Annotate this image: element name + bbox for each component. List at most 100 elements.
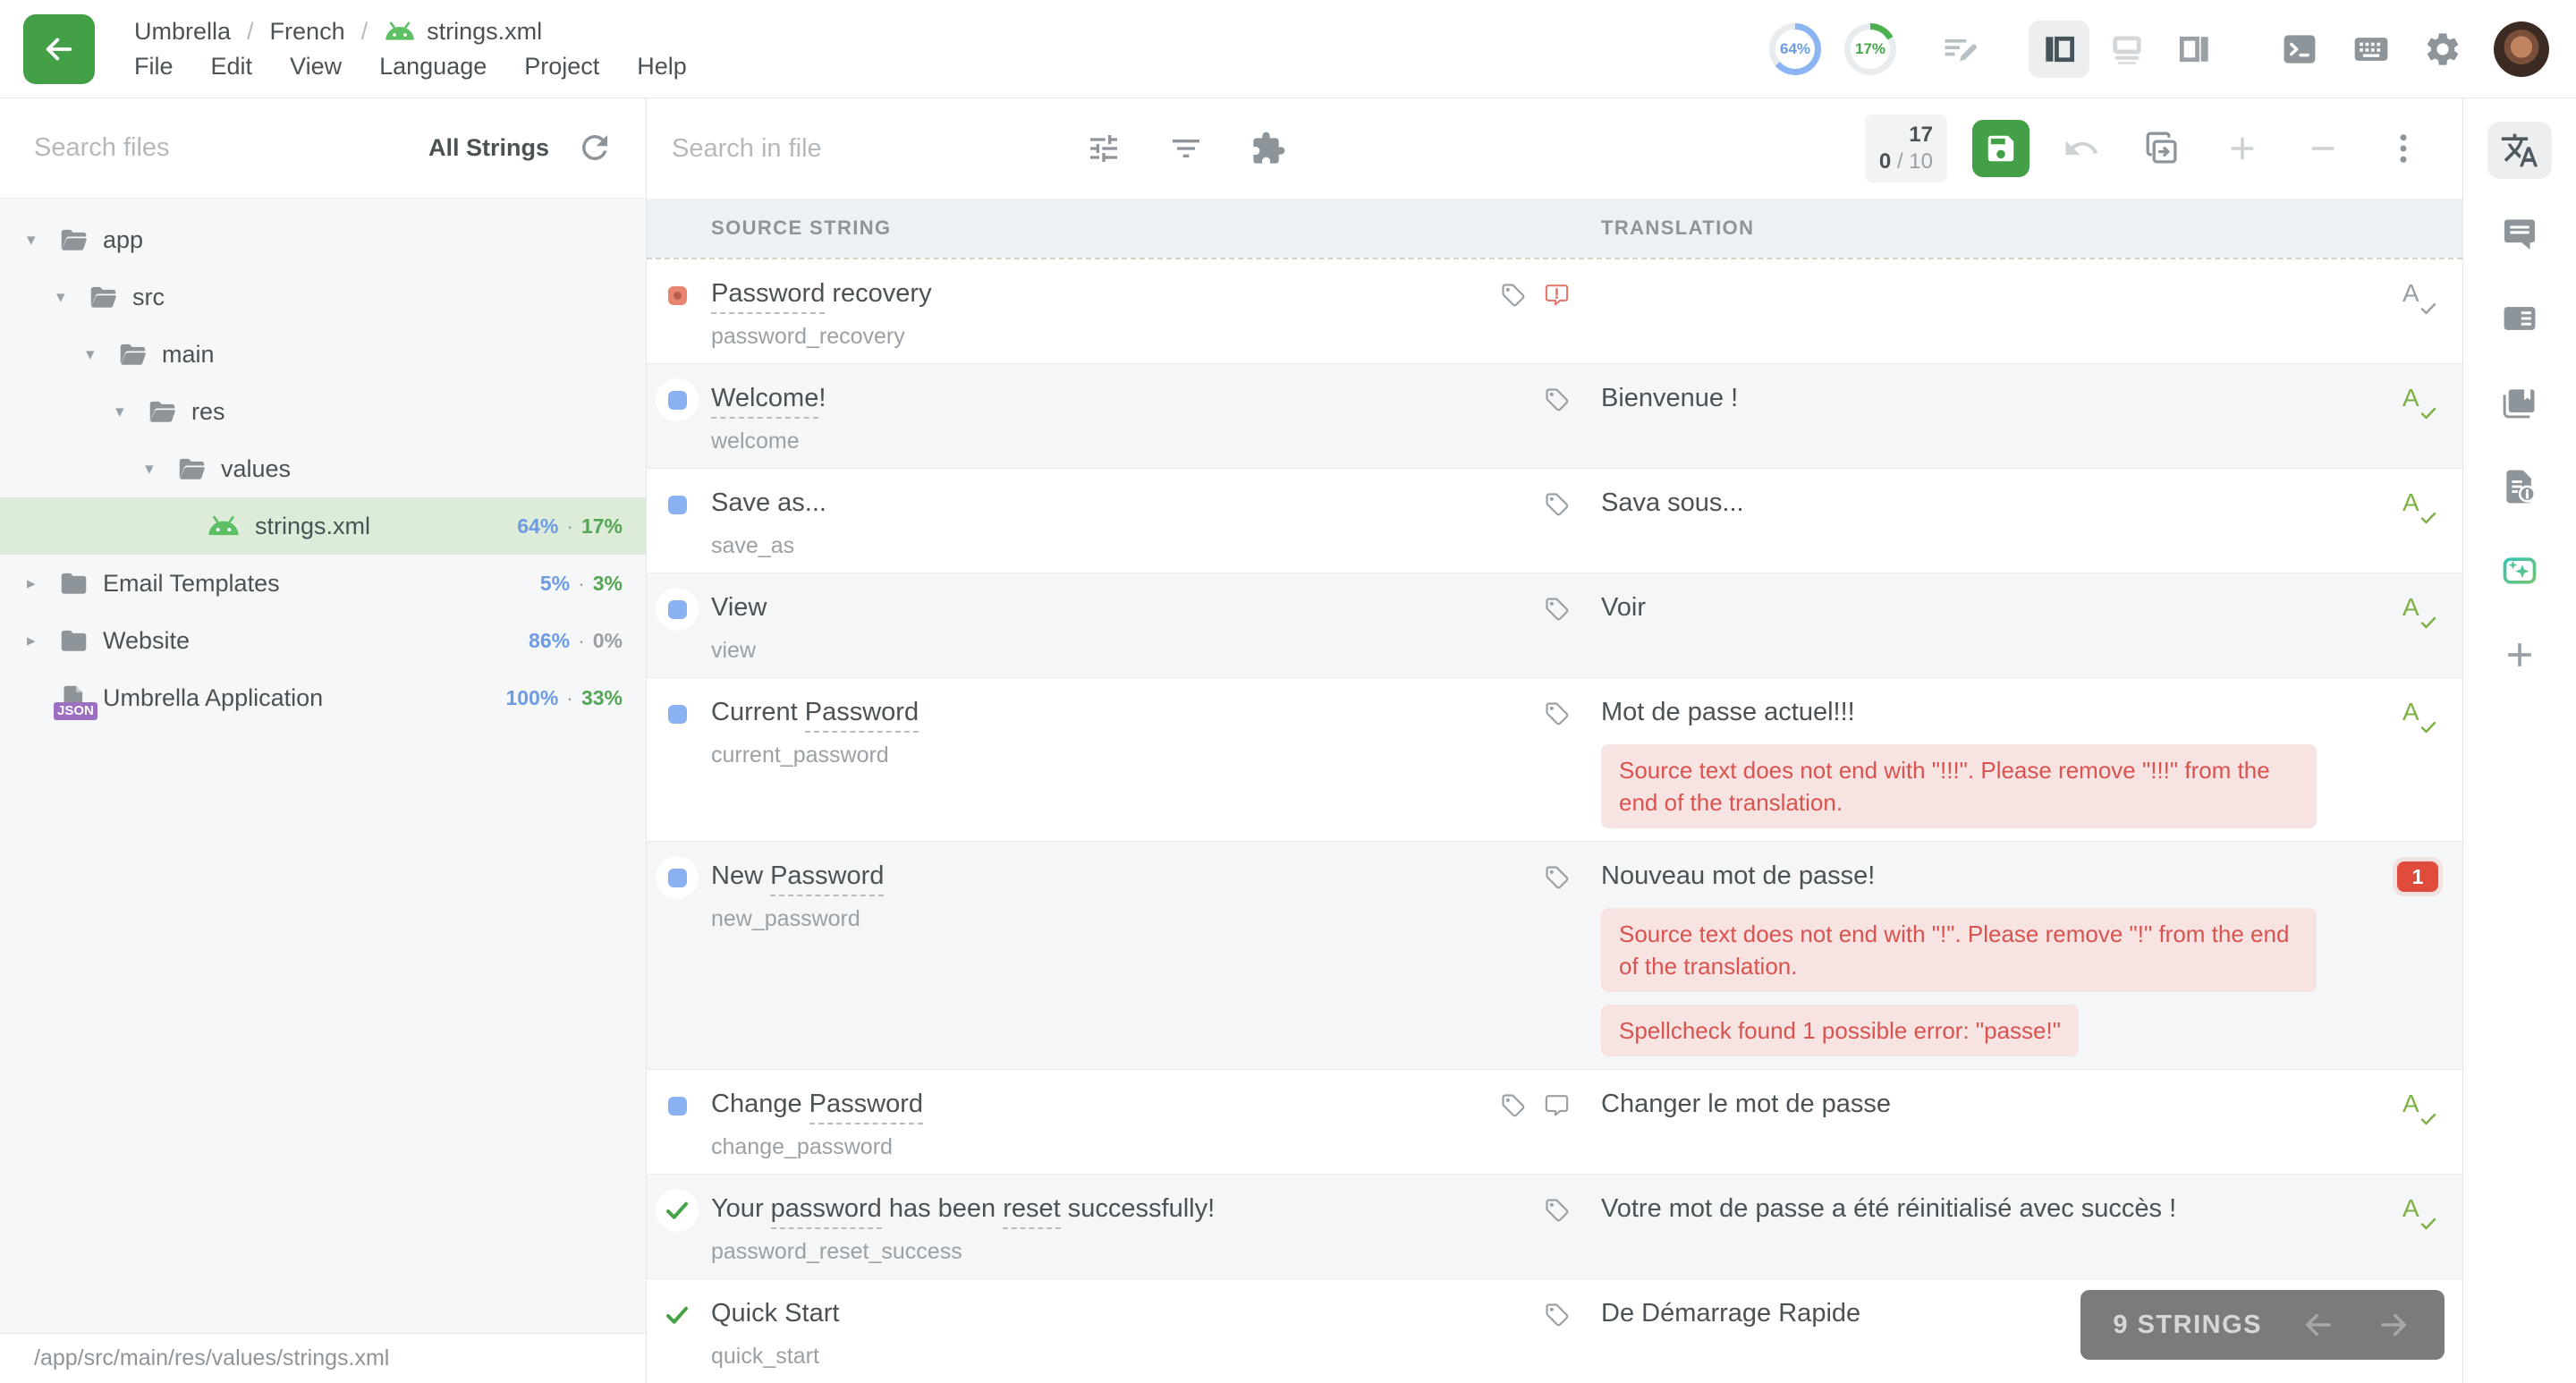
settings-button[interactable]: [2422, 29, 2463, 70]
zoom-in-button[interactable]: [2223, 129, 2262, 168]
translation-cell[interactable]: Voir: [1601, 573, 2373, 677]
tree-item-src[interactable]: ▾ src: [0, 268, 646, 326]
spellcheck-tick-icon: [2420, 407, 2436, 420]
menu-help[interactable]: Help: [637, 53, 687, 81]
save-button[interactable]: [1972, 120, 2029, 177]
source-cell[interactable]: Welcome! welcome: [711, 364, 1476, 468]
translated-status-icon: [668, 705, 687, 724]
rail-context-tab[interactable]: [2487, 458, 2552, 515]
back-button[interactable]: [23, 14, 95, 84]
tree-caret-icon[interactable]: ▾: [27, 230, 59, 250]
rail-terms-tab[interactable]: [2487, 290, 2552, 347]
tree-caret-icon[interactable]: ▾: [86, 344, 118, 365]
rail-comments-tab[interactable]: [2487, 206, 2552, 263]
advanced-filter-button[interactable]: [1083, 128, 1124, 169]
tag-icon[interactable]: [1499, 281, 1527, 309]
menu-view[interactable]: View: [290, 53, 342, 81]
comment-alert-icon[interactable]: [1543, 281, 1571, 309]
tree-caret-icon[interactable]: ▸: [27, 573, 59, 594]
search-files-input[interactable]: [34, 133, 402, 163]
previous-page-button[interactable]: [2300, 1306, 2337, 1344]
rail-add-tab[interactable]: [2487, 626, 2552, 683]
keyboard-shortcuts-button[interactable]: [2351, 29, 2392, 70]
undo-button[interactable]: [2062, 129, 2101, 168]
breadcrumb-language[interactable]: French: [270, 18, 345, 46]
string-row-save_as[interactable]: Save as... save_as Sava sous... A: [647, 469, 2462, 573]
tree-caret-icon[interactable]: ▾: [145, 459, 177, 479]
counter-separator: /: [1897, 149, 1903, 174]
translation-cell[interactable]: Bienvenue !: [1601, 364, 2373, 468]
translation-cell[interactable]: Changer le mot de passe: [1601, 1070, 2373, 1174]
string-row-new_password[interactable]: New Password new_password Nouveau mot de…: [647, 842, 2462, 1070]
tag-icon[interactable]: [1499, 1091, 1527, 1119]
string-row-password_reset_success[interactable]: Your password has been reset successfull…: [647, 1175, 2462, 1279]
view-top-bottom-button[interactable]: [2097, 21, 2157, 78]
zoom-out-button[interactable]: [2303, 129, 2343, 168]
source-cell[interactable]: Save as... save_as: [711, 469, 1476, 573]
tree-caret-icon[interactable]: ▾: [56, 287, 89, 308]
comment-icon[interactable]: [1543, 1091, 1571, 1119]
tree-item-res[interactable]: ▾ res: [0, 383, 646, 440]
translation-cell[interactable]: Sava sous...: [1601, 469, 2373, 573]
tree-caret-icon[interactable]: ▸: [27, 631, 59, 651]
string-row-current_password[interactable]: Current Password current_password Mot de…: [647, 678, 2462, 842]
tag-icon[interactable]: [1543, 490, 1571, 518]
translation-cell[interactable]: Votre mot de passe a été réinitialisé av…: [1601, 1175, 2373, 1278]
menu-project[interactable]: Project: [524, 53, 599, 81]
source-cell[interactable]: Your password has been reset successfull…: [711, 1175, 1476, 1278]
translation-cell[interactable]: Mot de passe actuel!!! Source text does …: [1601, 678, 2373, 841]
more-options-button[interactable]: [2384, 129, 2423, 168]
source-cell[interactable]: Quick Start quick_start: [711, 1279, 1476, 1383]
breadcrumb-file[interactable]: strings.xml: [384, 18, 542, 46]
next-page-button[interactable]: [2375, 1306, 2412, 1344]
tree-item-values[interactable]: ▾ values: [0, 440, 646, 497]
translation-cell[interactable]: [1601, 259, 2373, 363]
tree-item-strings-xml[interactable]: strings.xml 64% · 17%: [0, 497, 646, 555]
tag-icon[interactable]: [1543, 595, 1571, 623]
source-cell[interactable]: View view: [711, 573, 1476, 677]
console-button[interactable]: [2279, 29, 2320, 70]
tag-icon[interactable]: [1543, 700, 1571, 727]
copy-source-button[interactable]: [2142, 129, 2182, 168]
breadcrumb-project[interactable]: Umbrella: [134, 18, 231, 46]
tree-item-app[interactable]: ▾ app: [0, 211, 646, 268]
source-cell[interactable]: Password recovery password_recovery: [711, 259, 1476, 363]
terminal-icon: [2280, 30, 2319, 69]
draft-edit-icon[interactable]: [1939, 29, 1980, 70]
rail-ai-tab[interactable]: [2487, 542, 2552, 599]
tree-item-website[interactable]: ▸ Website 86% · 0%: [0, 612, 646, 669]
string-row-password_recovery[interactable]: Password recovery password_recovery A: [647, 258, 2462, 364]
menu-language[interactable]: Language: [379, 53, 487, 81]
tag-icon[interactable]: [1543, 863, 1571, 891]
menu-file[interactable]: File: [134, 53, 174, 81]
tree-caret-icon[interactable]: ▾: [115, 402, 148, 422]
tree-item-email-templates[interactable]: ▸ Email Templates 5% · 3%: [0, 555, 646, 612]
refresh-button[interactable]: [576, 129, 615, 168]
menu-edit[interactable]: Edit: [211, 53, 253, 81]
source-cell[interactable]: New Password new_password: [711, 842, 1476, 1069]
strings-scope-dropdown[interactable]: All Strings: [428, 134, 549, 162]
view-side-by-side-button[interactable]: [2029, 21, 2089, 78]
keyboard-icon: [2351, 30, 2391, 69]
view-right-panel-button[interactable]: [2165, 21, 2225, 78]
avatar[interactable]: [2494, 21, 2549, 77]
plugins-button[interactable]: [1248, 128, 1289, 169]
string-row-view[interactable]: View view Voir A: [647, 573, 2462, 678]
search-in-file-input[interactable]: [672, 134, 1065, 164]
string-row-change_password[interactable]: Change Password change_password Changer …: [647, 1070, 2462, 1175]
file-tree: ▾ app ▾ src ▾ main ▾ res ▾ values: [0, 199, 646, 1333]
tag-icon[interactable]: [1543, 1301, 1571, 1328]
tag-icon[interactable]: [1543, 1196, 1571, 1224]
string-row-welcome[interactable]: Welcome! welcome Bienvenue ! A: [647, 364, 2462, 469]
tag-icon[interactable]: [1543, 386, 1571, 413]
tree-item-umbrella-application[interactable]: JSON Umbrella Application 100% · 33%: [0, 669, 646, 726]
counter-total: 17: [1879, 122, 1933, 148]
tree-item-main[interactable]: ▾ main: [0, 326, 646, 383]
filter-button[interactable]: [1165, 128, 1207, 169]
translation-cell[interactable]: Nouveau mot de passe! Source text does n…: [1601, 842, 2373, 1069]
rail-translate-tab[interactable]: [2487, 122, 2552, 179]
source-cell[interactable]: Change Password change_password: [711, 1070, 1476, 1174]
issues-count-badge[interactable]: 1: [2397, 861, 2438, 892]
rail-tm-tab[interactable]: [2487, 374, 2552, 431]
source-cell[interactable]: Current Password current_password: [711, 678, 1476, 841]
